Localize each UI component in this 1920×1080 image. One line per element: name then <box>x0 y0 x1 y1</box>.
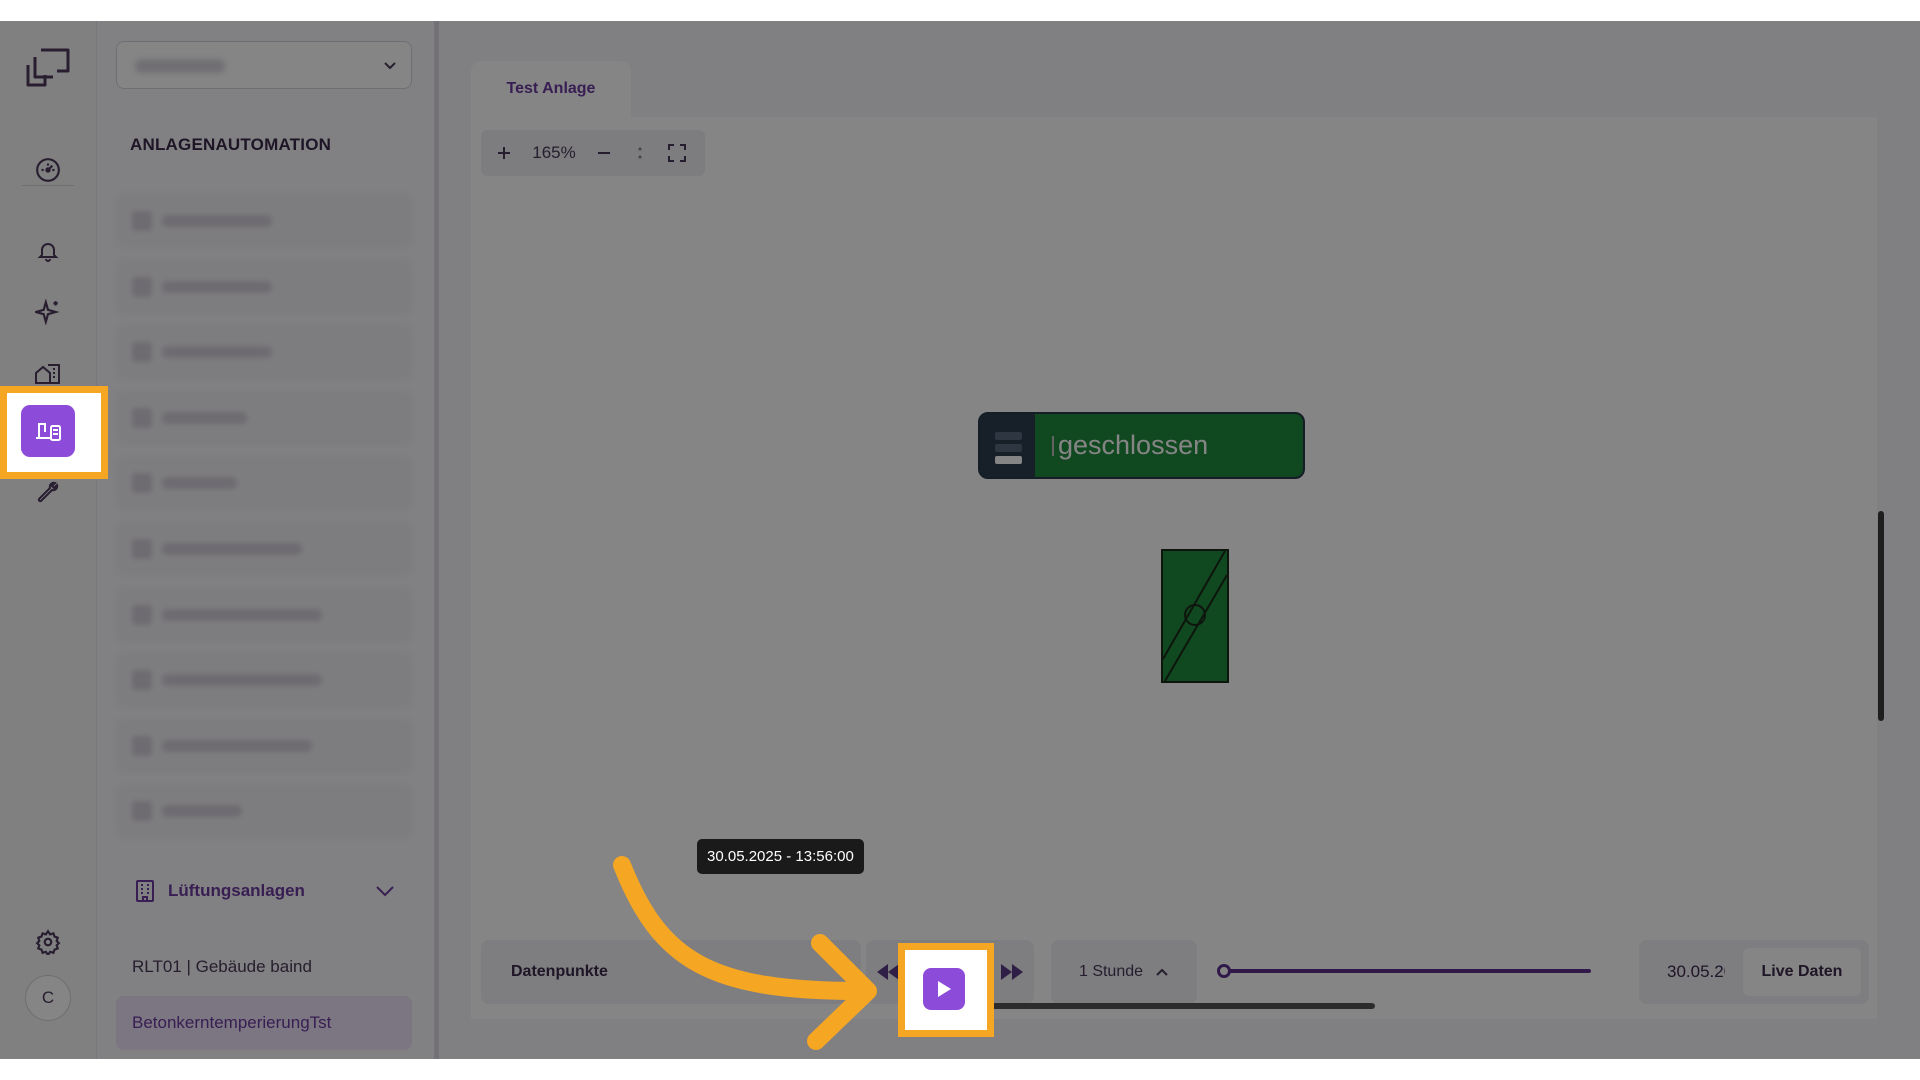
slider-track <box>1223 969 1591 973</box>
time-range-label: 1 Stunde <box>1078 963 1144 980</box>
chevron-down-icon <box>376 886 394 897</box>
arrow-annotation-icon <box>613 856 877 1050</box>
date-box: 30.05.2025 Live Daten <box>1639 940 1869 1004</box>
live-data-button[interactable]: Live Daten <box>1743 948 1861 996</box>
datapoints-label: Datenpunkte <box>511 963 608 980</box>
list-item[interactable] <box>116 258 412 315</box>
group-label: Lüftungsanlagen <box>168 881 305 900</box>
buildings-icon <box>35 364 60 384</box>
ai-button[interactable] <box>23 290 73 334</box>
side-panel: ANLAGENAUTOMATION Lüftungsanlagen RLT01 … <box>97 21 434 1059</box>
logo-icon[interactable] <box>25 47 71 89</box>
fast-forward-icon <box>1001 964 1023 980</box>
blurred-list <box>116 193 412 849</box>
timeline-slider[interactable] <box>1217 964 1591 978</box>
fullscreen-icon <box>668 144 686 162</box>
vertical-scrollbar[interactable] <box>1877 111 1885 801</box>
dashboard-icon <box>36 158 60 182</box>
fast-forward-button[interactable] <box>994 954 1030 990</box>
time-range-selector[interactable]: 1 Stunde <box>1051 940 1197 1004</box>
list-item[interactable] <box>116 520 412 577</box>
status-node[interactable]: geschlossen <box>978 412 1305 479</box>
plus-icon <box>498 147 510 159</box>
bell-icon <box>37 243 59 262</box>
date-value[interactable]: 30.05.2025 <box>1667 962 1725 982</box>
chevron-down-icon <box>384 62 396 70</box>
app-window: C ANLAGENAUTOMATION Lüftungsanlagen RLT0… <box>0 21 1920 1059</box>
scrollbar-thumb[interactable] <box>1878 511 1884 721</box>
zoom-out-button[interactable] <box>581 130 627 176</box>
settings-icon <box>35 929 61 955</box>
damper-valve-icon[interactable] <box>1161 549 1229 683</box>
rail-divider <box>22 185 74 186</box>
node-menu-icon <box>980 414 1035 477</box>
list-item[interactable] <box>116 193 412 249</box>
site-selector-value <box>135 59 225 73</box>
play-icon <box>938 981 951 997</box>
building-icon <box>136 880 154 902</box>
node-status-text: geschlossen <box>1052 430 1208 461</box>
list-item[interactable] <box>116 652 412 709</box>
minus-icon <box>598 152 610 154</box>
list-item[interactable] <box>116 455 412 512</box>
icon-rail: C <box>0 21 97 1059</box>
highlight-play <box>898 943 994 1037</box>
sidebar-item-betonkern[interactable]: BetonkerntemperierungTst <box>116 996 412 1050</box>
settings-button[interactable] <box>23 920 73 964</box>
zoom-level: 165% <box>532 143 576 162</box>
sparkles-icon <box>35 299 60 325</box>
slider-knob[interactable] <box>1217 964 1231 978</box>
list-item[interactable] <box>116 717 412 774</box>
play-button[interactable] <box>923 968 965 1010</box>
zoom-in-button[interactable] <box>481 130 527 176</box>
list-item[interactable] <box>116 389 412 446</box>
notifications-button[interactable] <box>23 229 73 273</box>
zoom-toolbar: 165% <box>481 130 705 176</box>
automation-button-highlighted[interactable] <box>21 405 75 457</box>
automation-icon <box>36 423 61 441</box>
list-item[interactable] <box>116 783 412 840</box>
tab-test-anlage[interactable]: Test Anlage <box>471 61 631 117</box>
fullscreen-button[interactable] <box>653 130 701 176</box>
sidebar-item-rlt01[interactable]: RLT01 | Gebäude baind <box>116 940 412 994</box>
list-item[interactable] <box>116 586 412 643</box>
chevron-up-icon <box>1156 968 1168 976</box>
wrench-icon <box>37 481 59 503</box>
horizontal-scrollbar[interactable] <box>971 1003 1375 1009</box>
toolbar-separator <box>627 130 653 176</box>
dots-separator-icon <box>638 147 642 159</box>
section-title: ANLAGENAUTOMATION <box>130 135 332 154</box>
user-avatar[interactable]: C <box>25 975 71 1021</box>
list-item[interactable] <box>116 324 412 381</box>
highlight-automation <box>0 386 108 479</box>
site-selector[interactable] <box>116 41 412 89</box>
group-lueftungsanlagen[interactable]: Lüftungsanlagen <box>116 869 412 913</box>
